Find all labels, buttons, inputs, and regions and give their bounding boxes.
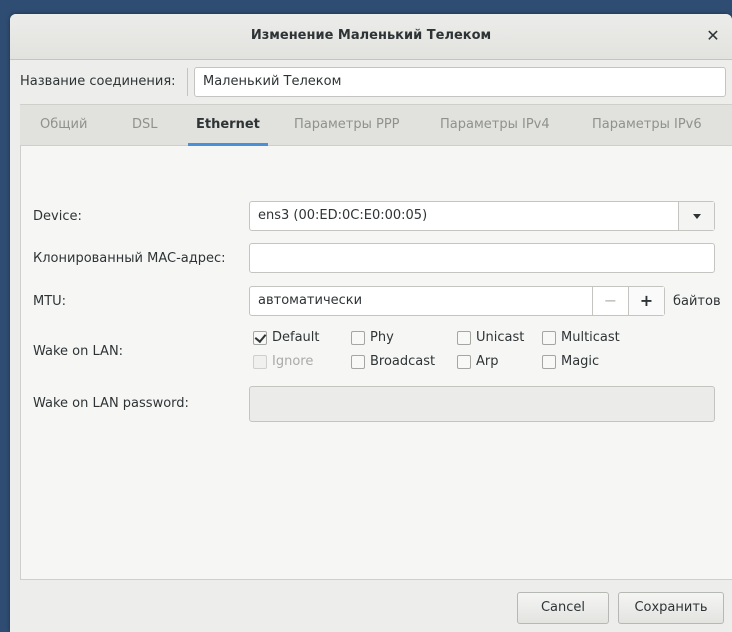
edit-connection-dialog: Изменение Маленький Телеком ✕ Название с… <box>10 14 732 632</box>
checkbox-icon <box>253 355 267 369</box>
minus-icon[interactable]: − <box>592 287 628 315</box>
divider <box>187 68 188 96</box>
checkbox-icon <box>542 355 556 369</box>
wol-password-label: Wake on LAN password: <box>33 396 189 411</box>
wol-label: Wake on LAN: <box>33 344 124 359</box>
device-value: ens3 (00:ED:0C:E0:00:05) <box>258 208 428 223</box>
window-title: Изменение Маленький Телеком <box>250 28 492 43</box>
cloned-mac-input[interactable] <box>249 243 715 273</box>
checkbox-icon <box>351 331 365 345</box>
mtu-label: MTU: <box>33 294 67 309</box>
tab-ipv4[interactable]: Параметры IPv4 <box>440 105 550 146</box>
connection-name-row: Название соединения: Маленький Телеком <box>10 64 732 100</box>
chevron-down-icon[interactable] <box>678 202 714 230</box>
tab-ipv6[interactable]: Параметры IPv6 <box>592 105 702 146</box>
device-label: Device: <box>33 209 82 224</box>
checkbox-checked-icon <box>253 331 267 345</box>
connection-name-label: Название соединения: <box>20 74 176 89</box>
plus-icon[interactable]: + <box>628 287 664 315</box>
mtu-unit: байтов <box>673 294 721 309</box>
checkbox-icon <box>457 331 471 345</box>
wol-password-input <box>249 386 715 422</box>
ethernet-panel: Device: ens3 (00:ED:0C:E0:00:05) Клониро… <box>20 146 732 580</box>
tab-ppp[interactable]: Параметры PPP <box>294 105 400 146</box>
checkbox-icon <box>542 331 556 345</box>
tab-dsl[interactable]: DSL <box>132 105 158 146</box>
tab-general[interactable]: Общий <box>40 105 87 146</box>
cancel-button[interactable]: Cancel <box>517 592 609 624</box>
save-button[interactable]: Сохранить <box>618 592 724 624</box>
tab-bar: Общий DSL Ethernet Параметры PPP Парамет… <box>20 104 732 146</box>
mtu-input[interactable]: автоматически <box>258 287 362 315</box>
checkbox-icon <box>457 355 471 369</box>
close-icon[interactable]: ✕ <box>704 27 722 45</box>
titlebar: Изменение Маленький Телеком ✕ <box>10 14 732 60</box>
connection-name-input[interactable]: Маленький Телеком <box>194 67 726 97</box>
dialog-footer: Cancel Сохранить <box>10 580 732 632</box>
tab-ethernet[interactable]: Ethernet <box>188 105 268 146</box>
mtu-spinbox: автоматически − + <box>249 286 665 316</box>
checkbox-icon <box>351 355 365 369</box>
cloned-mac-label: Клонированный MAC-адрес: <box>33 251 226 266</box>
device-combo[interactable]: ens3 (00:ED:0C:E0:00:05) <box>249 201 715 231</box>
